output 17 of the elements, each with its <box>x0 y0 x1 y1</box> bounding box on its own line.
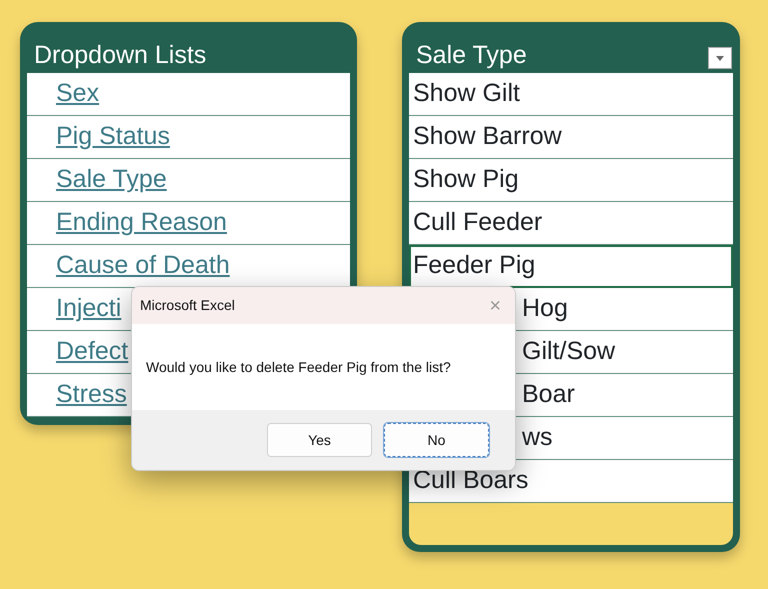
table-cell[interactable]: Feeder Pig <box>409 245 733 288</box>
table-cell[interactable]: Show Gilt <box>409 73 733 116</box>
list-link[interactable]: Sex <box>56 75 100 113</box>
dialog-title: Microsoft Excel <box>140 296 235 315</box>
list-link[interactable]: Defect <box>56 333 128 371</box>
column-header: Sale Type <box>416 42 527 69</box>
list-link[interactable]: Injecti <box>56 290 122 328</box>
dialog-button[interactable]: Yes <box>267 423 372 457</box>
list-link[interactable]: Stress <box>56 376 127 414</box>
filter-button[interactable] <box>708 47 732 69</box>
panel-title: Dropdown Lists <box>34 42 206 69</box>
dialog-button[interactable]: No <box>384 423 489 457</box>
table-cell[interactable]: Cull Feeder <box>409 202 733 245</box>
table-cell[interactable]: Show Barrow <box>409 116 733 159</box>
table-cell[interactable]: Show Pig <box>409 159 733 202</box>
table-cell[interactable]: Cull Boars <box>409 460 733 503</box>
dropdown-arrow-icon <box>716 56 724 60</box>
